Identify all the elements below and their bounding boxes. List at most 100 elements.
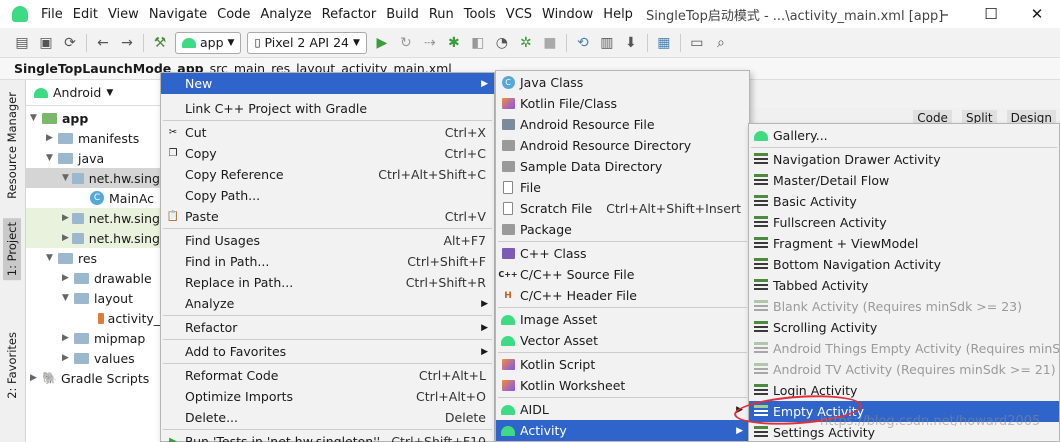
maximize-button[interactable]: ☐ — [968, 0, 1014, 28]
tab-project[interactable]: 1: Project — [3, 218, 21, 281]
coverage-icon[interactable]: ✲ — [514, 32, 538, 54]
sync-gradle-icon[interactable]: ⟲ — [571, 32, 595, 54]
menu-vcs[interactable]: VCS — [501, 7, 537, 22]
menu-item-optimize-imports[interactable]: Optimize Imports Ctrl+Alt+O — [161, 386, 494, 407]
back-icon[interactable]: ← — [91, 32, 115, 54]
project-structure-icon[interactable]: ▦ — [652, 32, 676, 54]
menu-item-find-usages[interactable]: Find Usages Alt+F7 — [161, 230, 494, 251]
menu-item-analyze[interactable]: Analyze ▶ — [161, 293, 494, 314]
project-view-selector[interactable]: Android ▼ — [26, 80, 160, 106]
activity-fragment-viewmodel[interactable]: Fragment + ViewModel — [749, 233, 1059, 254]
menu-item-find-in-path[interactable]: Find in Path... Ctrl+Shift+F — [161, 251, 494, 272]
activity-scrolling[interactable]: Scrolling Activity — [749, 317, 1059, 338]
menu-item-paste[interactable]: 📋 Paste Ctrl+V — [161, 206, 494, 227]
menu-item-copy-reference[interactable]: Copy Reference Ctrl+Alt+Shift+C — [161, 164, 494, 185]
new-scratch-file[interactable]: Scratch File Ctrl+Alt+Shift+Insert — [496, 198, 749, 219]
tree-item-values[interactable]: ▶ values — [26, 348, 160, 368]
new-java-class[interactable]: C Java Class — [496, 72, 749, 93]
new-image-asset[interactable]: Image Asset — [496, 309, 749, 330]
menu-tools[interactable]: Tools — [459, 7, 501, 22]
open-folder-icon[interactable]: ▤ — [10, 32, 34, 54]
tree-item-gradle-scripts[interactable]: ▶ 🐘 Gradle Scripts — [26, 368, 160, 388]
tree-item-manifests[interactable]: ▶ manifests — [26, 128, 160, 148]
forward-icon[interactable]: → — [115, 32, 139, 54]
attach-debugger-icon[interactable]: ◧ — [466, 32, 490, 54]
activity-gallery[interactable]: Gallery... — [749, 125, 1059, 146]
tree-item-package-test[interactable]: ▶ net.hw.sing — [26, 228, 160, 248]
menu-analyze[interactable]: Analyze — [255, 7, 316, 22]
run-icon[interactable]: ▶ — [370, 32, 394, 54]
save-all-icon[interactable]: ▣ — [34, 32, 58, 54]
sdk-manager-icon[interactable]: ⬇ — [619, 32, 643, 54]
activity-bottom-navigation[interactable]: Bottom Navigation Activity — [749, 254, 1059, 275]
menu-item-run-tests[interactable]: ▶ Run 'Tests in 'net.hw.singleton'' Ctrl+S… — [161, 431, 494, 442]
tree-item-res[interactable]: ▼ res — [26, 248, 160, 268]
apply-changes-icon[interactable]: ↻ — [394, 32, 418, 54]
tree-item-mainactivity[interactable]: C MainAc — [26, 188, 160, 208]
terminal-icon[interactable]: ▭ — [685, 32, 709, 54]
new-android-resource-file[interactable]: Android Resource File — [496, 114, 749, 135]
new-vector-asset[interactable]: Vector Asset — [496, 330, 749, 351]
menu-edit[interactable]: Edit — [68, 7, 103, 22]
tree-item-java[interactable]: ▼ java — [26, 148, 160, 168]
new-package[interactable]: Package — [496, 219, 749, 240]
tree-item-package[interactable]: ▼ net.hw.sing — [26, 168, 160, 188]
menu-window[interactable]: Window — [537, 7, 598, 22]
menu-item-new[interactable]: New ▶ — [161, 73, 494, 94]
menu-item-delete[interactable]: Delete... Delete — [161, 407, 494, 428]
new-kotlin-file[interactable]: Kotlin File/Class — [496, 93, 749, 114]
activity-tabbed[interactable]: Tabbed Activity — [749, 275, 1059, 296]
menu-item-copy[interactable]: ❐ Copy Ctrl+C — [161, 143, 494, 164]
tree-item-activity-main[interactable]: activity_ — [26, 308, 160, 328]
tab-favorites[interactable]: 2: Favorites — [3, 328, 21, 403]
hammer-icon[interactable]: ⚒ — [148, 32, 172, 54]
new-activity[interactable]: Activity ▶ — [496, 420, 749, 441]
menu-item-copy-path[interactable]: Copy Path... — [161, 185, 494, 206]
menu-item-refactor[interactable]: Refactor ▶ — [161, 317, 494, 338]
search-icon[interactable]: ⌕ — [709, 32, 733, 54]
menu-build[interactable]: Build — [381, 7, 424, 22]
menu-item-cut[interactable]: ✂ Cut Ctrl+X — [161, 122, 494, 143]
debug-icon[interactable]: ✱ — [442, 32, 466, 54]
new-kotlin-worksheet[interactable]: Kotlin Worksheet — [496, 375, 749, 396]
stop-icon[interactable]: ■ — [538, 32, 562, 54]
tree-item-mipmap[interactable]: ▶ mipmap — [26, 328, 160, 348]
close-button[interactable]: ✕ — [1014, 0, 1060, 28]
device-select[interactable]: ▯ Pixel 2 API 24 ▼ — [247, 31, 367, 54]
sync-icon[interactable]: ⟳ — [58, 32, 82, 54]
menu-file[interactable]: File — [36, 7, 68, 22]
avd-manager-icon[interactable]: ▥ — [595, 32, 619, 54]
apply-code-changes-icon[interactable]: ⇢ — [418, 32, 442, 54]
profiler-icon[interactable]: ◔ — [490, 32, 514, 54]
activity-basic[interactable]: Basic Activity — [749, 191, 1059, 212]
new-cpp-class[interactable]: C++ Class — [496, 243, 749, 264]
menu-code[interactable]: Code — [212, 7, 255, 22]
menu-item-link-cpp[interactable]: Link C++ Project with Gradle — [161, 98, 494, 119]
minimize-button[interactable]: – — [922, 0, 968, 28]
new-kotlin-script[interactable]: Kotlin Script — [496, 354, 749, 375]
tab-resource-manager[interactable]: Resource Manager — [3, 88, 21, 203]
activity-master-detail[interactable]: Master/Detail Flow — [749, 170, 1059, 191]
run-config-select[interactable]: app ▼ — [175, 31, 242, 54]
activity-navigation-drawer[interactable]: Navigation Drawer Activity — [749, 149, 1059, 170]
tree-item-package-androidtest[interactable]: ▶ net.hw.sing — [26, 208, 160, 228]
new-sample-data-directory[interactable]: Sample Data Directory — [496, 156, 749, 177]
activity-fullscreen[interactable]: Fullscreen Activity — [749, 212, 1059, 233]
new-aidl[interactable]: AIDL ▶ — [496, 399, 749, 420]
menu-view[interactable]: View — [103, 7, 144, 22]
menu-item-replace-in-path[interactable]: Replace in Path... Ctrl+Shift+R — [161, 272, 494, 293]
new-file[interactable]: File — [496, 177, 749, 198]
menu-item-reformat-code[interactable]: Reformat Code Ctrl+Alt+L — [161, 365, 494, 386]
new-cpp-header-file[interactable]: H C/C++ Header File — [496, 285, 749, 306]
menu-run[interactable]: Run — [424, 7, 459, 22]
breadcrumb-project[interactable]: SingleTopLaunchMode — [14, 61, 171, 76]
menu-refactor[interactable]: Refactor — [317, 7, 382, 22]
menu-help[interactable]: Help — [598, 7, 638, 22]
menu-navigate[interactable]: Navigate — [144, 7, 212, 22]
tree-item-layout[interactable]: ▼ layout — [26, 288, 160, 308]
menu-item-add-to-favorites[interactable]: Add to Favorites ▶ — [161, 341, 494, 362]
new-cpp-source-file[interactable]: C++ C/C++ Source File — [496, 264, 749, 285]
new-android-resource-directory[interactable]: Android Resource Directory — [496, 135, 749, 156]
tree-item-app[interactable]: ▼ app — [26, 108, 160, 128]
tree-item-drawable[interactable]: ▶ drawable — [26, 268, 160, 288]
